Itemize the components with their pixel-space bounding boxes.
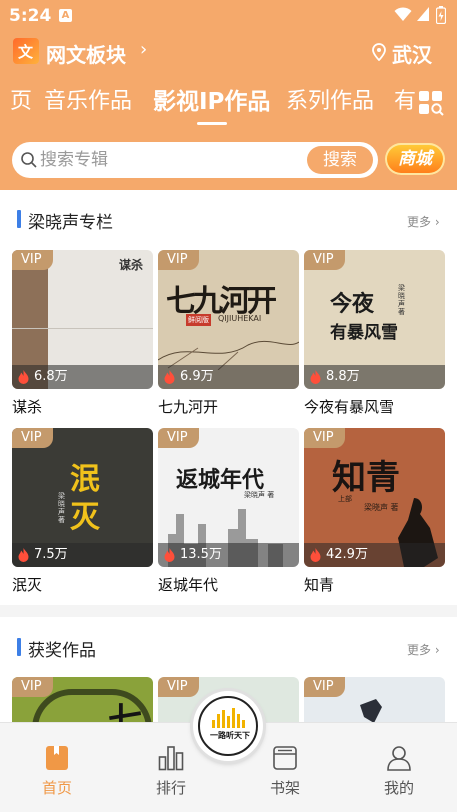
status-time: 5:24 — [9, 6, 52, 26]
fire-icon — [310, 548, 321, 562]
shop-button[interactable]: 商城 — [385, 143, 445, 175]
search-input[interactable] — [40, 147, 280, 173]
vip-badge: VIP — [158, 428, 199, 448]
vip-badge: VIP — [12, 250, 53, 270]
book-title[interactable]: 今夜有暴风雪 — [304, 396, 394, 417]
nav-profile[interactable]: 我的 — [369, 745, 429, 798]
section-title: 梁晓声专栏 — [28, 213, 113, 233]
home-book-icon — [46, 746, 68, 770]
popularity-count: 6.8万 — [12, 365, 153, 389]
book-title[interactable]: 返城年代 — [158, 574, 218, 595]
nav-ranking[interactable]: 排行 — [141, 745, 201, 798]
battery-charging-icon — [436, 6, 446, 24]
vip-badge: VIP — [304, 250, 345, 270]
tab-music[interactable]: 音乐作品 — [44, 84, 132, 120]
active-tab-indicator — [197, 122, 227, 125]
all-categories-grid-icon[interactable] — [418, 90, 444, 116]
section-accent-bar — [17, 638, 21, 656]
book-title[interactable]: 泯灭 — [12, 574, 42, 595]
fire-icon — [18, 548, 29, 562]
fire-icon — [164, 548, 175, 562]
fire-icon — [310, 370, 321, 384]
popularity-count: 8.8万 — [304, 365, 445, 389]
vip-badge: VIP — [12, 428, 53, 448]
book-cover: 返城年代 梁晓声 著 VIP 13.5万 — [158, 428, 299, 567]
book-cover: 知青 上部 梁晓声 著 VIP 42.9万 — [304, 428, 445, 567]
fire-icon — [18, 370, 29, 384]
app-bar: 网文板块 › 武汉 — [0, 36, 457, 70]
location-city[interactable]: 武汉 — [392, 39, 432, 68]
center-play-button[interactable]: 一路听天下 — [193, 691, 263, 761]
section-title: 获奖作品 — [28, 641, 96, 661]
nav-bookshelf[interactable]: 书架 — [255, 745, 315, 798]
category-tabs: 页 音乐作品 影视IP作品 系列作品 有 — [0, 84, 415, 128]
app-center-logo: 一路听天下 — [198, 696, 258, 756]
vip-badge: VIP — [304, 677, 345, 697]
popularity-count: 7.5万 — [12, 543, 153, 567]
section-accent-bar — [17, 210, 21, 228]
tab-film-ip[interactable]: 影视IP作品 — [153, 84, 270, 120]
vip-badge: VIP — [304, 428, 345, 448]
book-cover: 今夜 梁晓声 著 有暴风雪 VIP 8.8万 — [304, 250, 445, 389]
status-bar: 5:24 A — [0, 0, 457, 32]
bookshelf-icon — [273, 746, 297, 770]
location-pin-icon[interactable] — [372, 43, 386, 61]
fire-icon — [164, 370, 175, 384]
ranking-bars-icon — [158, 746, 184, 771]
more-link[interactable]: 更多 › — [407, 641, 440, 658]
section-liang-xiaosheng: 梁晓声专栏 更多 › 谋杀 VIP 6.8万 谋杀 七九河开 鲜阅版 QIJIU… — [0, 190, 457, 605]
chevron-right-icon[interactable]: › — [140, 39, 147, 60]
book-title[interactable]: 知青 — [304, 574, 334, 595]
book-cover: 泯 灭 梁晓声 著 VIP 7.5万 — [12, 428, 153, 567]
app-logo-icon[interactable] — [13, 38, 39, 64]
section-switch-title[interactable]: 网文板块 — [46, 39, 126, 68]
wifi-icon — [394, 7, 412, 21]
cell-signal-icon — [417, 7, 429, 21]
more-link[interactable]: 更多 › — [407, 213, 440, 230]
tab-partial-left[interactable]: 页 — [10, 84, 32, 120]
tab-series[interactable]: 系列作品 — [286, 84, 374, 120]
vip-badge: VIP — [158, 250, 199, 270]
popularity-count: 42.9万 — [304, 543, 445, 567]
header-background: 5:24 A 网文板块 › 武汉 页 音乐作品 影视IP作品 系列作品 有 搜索… — [0, 0, 457, 190]
book-cover: 七九河开 鲜阅版 QIJIUHEKAI VIP 6.9万 — [158, 250, 299, 389]
book-title[interactable]: 七九河开 — [158, 396, 218, 417]
tab-partial-right[interactable]: 有 — [394, 84, 415, 120]
search-button[interactable]: 搜索 — [307, 146, 373, 174]
notification-a-icon: A — [59, 9, 72, 22]
nav-home[interactable]: 首页 — [27, 745, 87, 798]
search-icon — [21, 152, 37, 168]
popularity-count: 6.9万 — [158, 365, 299, 389]
vip-badge: VIP — [158, 677, 199, 697]
vip-badge: VIP — [12, 677, 53, 697]
user-profile-icon — [387, 746, 411, 771]
book-cover: 谋杀 VIP 6.8万 — [12, 250, 153, 389]
popularity-count: 13.5万 — [158, 543, 299, 567]
book-title[interactable]: 谋杀 — [12, 396, 42, 417]
